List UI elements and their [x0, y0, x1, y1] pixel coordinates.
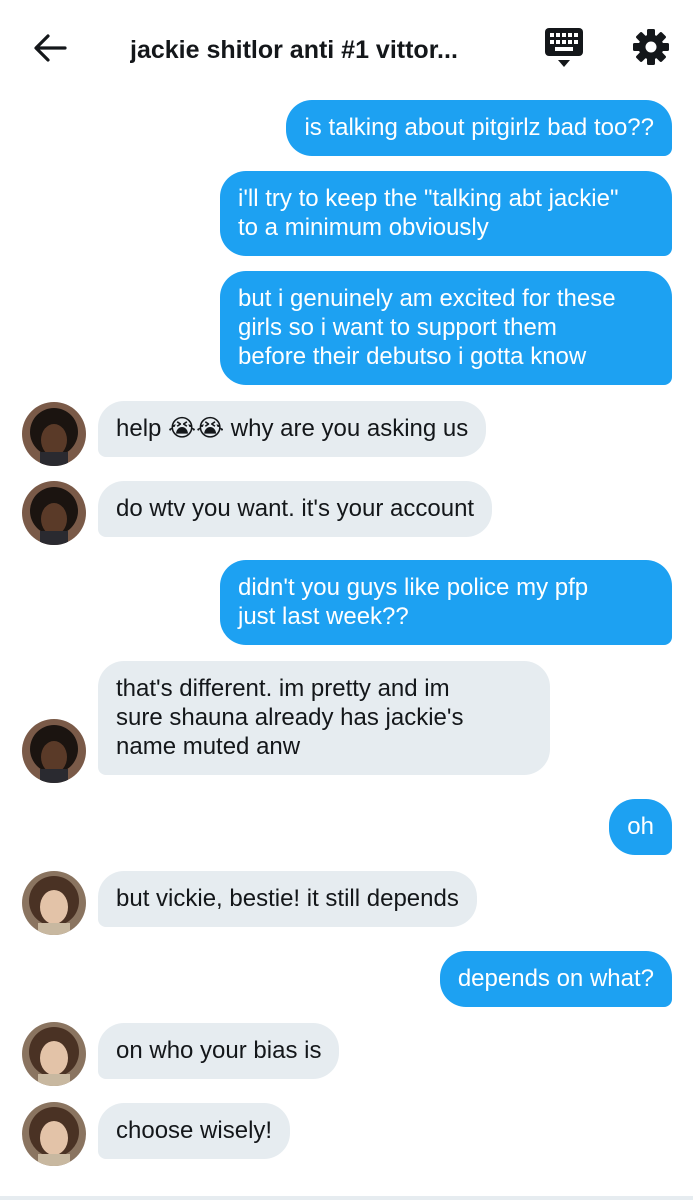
message-bubble-incoming[interactable]: that's different. im pretty and im sure …: [98, 661, 550, 775]
gear-icon: [632, 28, 670, 71]
avatar[interactable]: [22, 402, 86, 466]
message-bubble-outgoing[interactable]: didn't you guys like police my pfp just …: [220, 560, 672, 645]
keyboard-icon: [544, 26, 584, 75]
message-bubble-outgoing[interactable]: oh: [609, 799, 672, 855]
message-bubble-incoming[interactable]: choose wisely!: [98, 1103, 291, 1159]
divider: [0, 1196, 693, 1200]
message-bubble-incoming[interactable]: do wtv you want. it's your account: [98, 481, 493, 537]
avatar[interactable]: [22, 719, 86, 783]
message-bubble-incoming[interactable]: but vickie, bestie! it still depends: [98, 871, 477, 927]
arrow-left-icon: [33, 33, 67, 68]
conversation-header: jackie shitlor anti #1 vittor...: [0, 0, 693, 96]
dm-conversation-screen: jackie shitlor anti #1 vittor... is talk…: [0, 0, 693, 1200]
keyboard-button[interactable]: [540, 24, 588, 76]
avatar[interactable]: [22, 871, 86, 935]
message-bubble-incoming[interactable]: on who your bias is: [98, 1023, 340, 1079]
message-bubble-incoming[interactable]: help 😭😭 why are you asking us: [98, 401, 487, 457]
message-bubble-outgoing[interactable]: but i genuinely am excited for these gir…: [220, 271, 672, 385]
message-bubble-outgoing[interactable]: is talking about pitgirlz bad too??: [286, 100, 672, 156]
back-button[interactable]: [26, 26, 74, 74]
avatar[interactable]: [22, 481, 86, 545]
avatar[interactable]: [22, 1022, 86, 1086]
settings-button[interactable]: [628, 26, 674, 72]
message-bubble-outgoing[interactable]: i'll try to keep the "talking abt jackie…: [220, 171, 672, 256]
conversation-title[interactable]: jackie shitlor anti #1 vittor...: [130, 30, 510, 70]
avatar[interactable]: [22, 1102, 86, 1166]
message-bubble-outgoing[interactable]: depends on what?: [439, 951, 672, 1007]
